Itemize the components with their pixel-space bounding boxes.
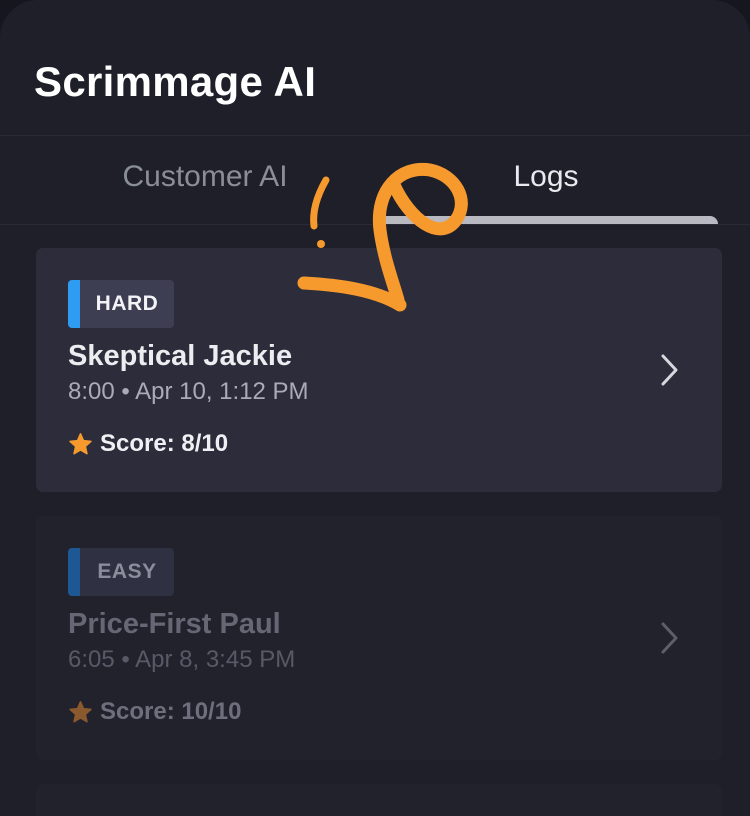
session-meta: 8:00 • Apr 10, 1:12 PM bbox=[68, 378, 309, 405]
app-title: Scrimmage AI bbox=[34, 58, 317, 105]
log-card[interactable]: EASY Price-First Paul 6:05 • Apr 8, 3:45… bbox=[36, 516, 722, 760]
persona-name: Price-First Paul bbox=[68, 608, 281, 640]
star-icon bbox=[69, 700, 92, 722]
difficulty-badge: EASY bbox=[68, 548, 174, 596]
difficulty-label: HARD bbox=[95, 292, 159, 315]
score-row: Score: 10/10 bbox=[68, 696, 241, 728]
log-card[interactable] bbox=[36, 784, 722, 816]
difficulty-badge: HARD bbox=[68, 280, 174, 328]
tab-customer-ai[interactable]: Customer AI bbox=[55, 160, 355, 194]
score-label: Score: 10/10 bbox=[100, 698, 242, 725]
app-screen: Scrimmage AI Customer AI Logs HARD Skept… bbox=[0, 0, 750, 816]
chevron-right-icon bbox=[661, 622, 678, 654]
difficulty-color-bar bbox=[68, 548, 80, 596]
log-card[interactable]: HARD Skeptical Jackie 8:00 • Apr 10, 1:1… bbox=[36, 248, 722, 492]
score-row: Score: 8/10 bbox=[68, 428, 228, 460]
star-icon bbox=[69, 432, 92, 454]
difficulty-color-bar bbox=[68, 280, 80, 328]
difficulty-label: EASY bbox=[97, 560, 157, 583]
chevron-right-icon bbox=[661, 354, 678, 386]
score-label: Score: 8/10 bbox=[100, 430, 229, 457]
persona-name: Skeptical Jackie bbox=[68, 340, 293, 372]
session-meta: 6:05 • Apr 8, 3:45 PM bbox=[68, 646, 296, 673]
tabs-divider bbox=[0, 224, 750, 225]
tab-logs[interactable]: Logs bbox=[396, 160, 696, 194]
header-divider bbox=[0, 135, 750, 136]
